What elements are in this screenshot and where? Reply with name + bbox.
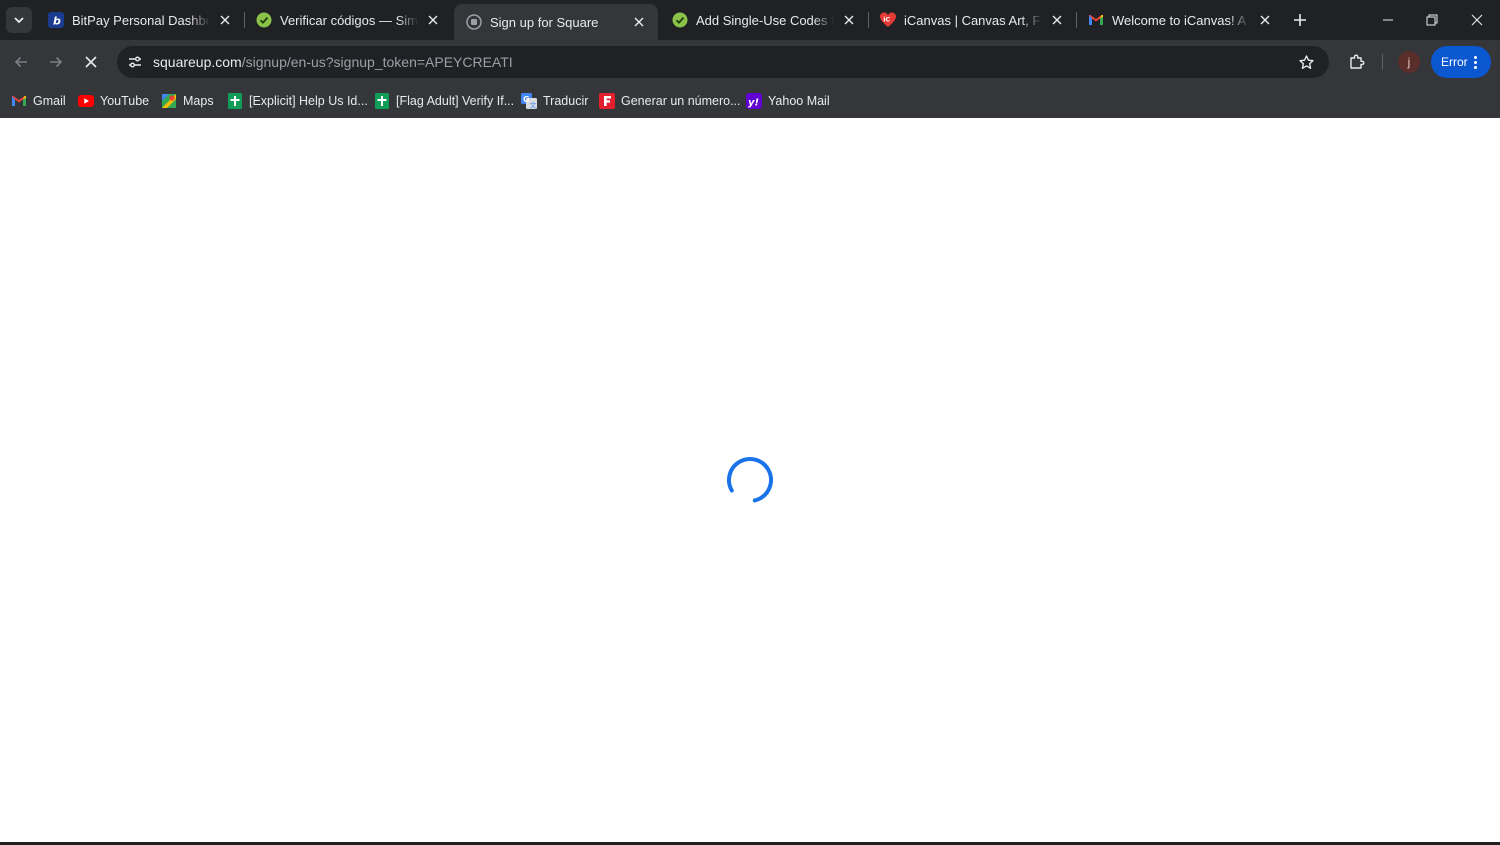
close-icon <box>1471 14 1483 26</box>
arrow-right-icon <box>50 56 63 68</box>
translate-icon: G文 <box>521 93 537 109</box>
youtube-icon <box>78 93 94 109</box>
svg-text:y!: y! <box>748 98 759 109</box>
extensions-button[interactable] <box>1344 49 1370 75</box>
page-content <box>0 118 1500 842</box>
url-path: /signup/en-us?signup_token=APEYCREATI <box>241 54 513 70</box>
bookmark-label: [Flag Adult] Verify If... <box>396 94 515 108</box>
more-vert-icon <box>1473 55 1477 69</box>
bookmarks-bar: Gmail YouTube Maps [Explicit] Help Us Id… <box>0 84 1500 118</box>
bookmark-label: Gmail <box>33 94 66 108</box>
tab-search-button[interactable] <box>6 7 32 33</box>
close-icon[interactable] <box>424 11 442 29</box>
close-icon[interactable] <box>840 11 858 29</box>
tab-title: Sign up for Square <box>490 14 599 30</box>
bookmark-label: [Explicit] Help Us Id... <box>249 94 368 108</box>
error-label: Error <box>1441 55 1468 69</box>
bookmark-generar-numero[interactable]: Generar un número... <box>599 91 741 111</box>
tab-square-signup[interactable]: Sign up for Square <box>454 4 658 40</box>
url-text[interactable]: squareup.com/signup/en-us?signup_token=A… <box>153 54 513 70</box>
arrow-left-icon <box>14 56 27 68</box>
tab-title: Welcome to iCanvas! A wo <box>1112 12 1250 28</box>
close-icon[interactable] <box>1256 11 1274 29</box>
tab-title: BitPay Personal Dashboard <box>72 12 210 28</box>
tab-single-use-codes[interactable]: Add Single-Use Codes for <box>660 4 868 36</box>
bookmark-label: Maps <box>183 94 214 108</box>
bookmark-star-button[interactable] <box>1295 51 1317 73</box>
restore-icon <box>1426 14 1438 26</box>
bookmark-label: Yahoo Mail <box>768 94 830 108</box>
minimize-button[interactable] <box>1366 0 1410 40</box>
chevron-down-icon <box>14 17 24 24</box>
plus-sheet-icon <box>227 93 243 109</box>
close-icon[interactable] <box>1048 11 1066 29</box>
toolbar-separator <box>1382 54 1383 70</box>
tab-title: Add Single-Use Codes for <box>696 12 834 28</box>
bookmark-label: YouTube <box>100 94 150 108</box>
plus-sheet-icon <box>374 93 390 109</box>
bookmark-gmail[interactable]: Gmail <box>11 91 66 111</box>
bookmark-maps[interactable]: Maps <box>161 91 214 111</box>
bookmark-label: Traducir <box>543 94 589 108</box>
tab-icanvas[interactable]: iC iCanvas | Canvas Art, Frame <box>868 4 1076 36</box>
star-icon <box>1298 54 1314 69</box>
maps-icon <box>161 93 177 109</box>
tab-title: iCanvas | Canvas Art, Frame <box>904 12 1042 28</box>
square-icon <box>466 14 482 30</box>
profile-initial: j <box>1407 55 1411 69</box>
loading-spinner <box>725 455 775 505</box>
new-tab-button[interactable] <box>1289 9 1311 31</box>
puzzle-icon <box>1350 54 1365 69</box>
profile-avatar[interactable]: j <box>1398 51 1420 73</box>
tab-simply-codes[interactable]: Verificar códigos — Simply <box>244 4 452 36</box>
stop-loading-button[interactable] <box>77 48 105 76</box>
restore-button[interactable] <box>1410 0 1454 40</box>
bookmark-traducir[interactable]: G文 Traducir <box>521 91 588 111</box>
gmail-icon <box>1088 12 1104 28</box>
site-settings-icon[interactable] <box>123 50 147 74</box>
f-icon <box>599 93 615 109</box>
bookmark-label: Generar un número... <box>621 94 741 108</box>
close-icon <box>85 56 97 68</box>
browser-toolbar: squareup.com/signup/en-us?signup_token=A… <box>0 40 1500 84</box>
back-button[interactable] <box>7 48 35 76</box>
tab-gmail-welcome[interactable]: Welcome to iCanvas! A wo <box>1076 4 1284 36</box>
gmail-icon <box>11 93 27 109</box>
forward-button[interactable] <box>42 48 70 76</box>
tab-strip: b BitPay Personal Dashboard Verificar có… <box>0 0 1500 40</box>
bookmark-youtube[interactable]: YouTube <box>78 91 149 111</box>
tab-title: Verificar códigos — Simply <box>280 12 418 28</box>
checkmark-circle-icon <box>672 12 688 28</box>
close-icon[interactable] <box>630 13 648 31</box>
icanvas-icon: iC <box>880 12 896 28</box>
minimize-icon <box>1383 19 1393 21</box>
tab-bitpay[interactable]: b BitPay Personal Dashboard <box>36 4 244 36</box>
address-bar[interactable]: squareup.com/signup/en-us?signup_token=A… <box>117 46 1329 78</box>
svg-text:b: b <box>53 15 61 28</box>
yahoo-icon: y! <box>746 93 762 109</box>
close-icon[interactable] <box>216 11 234 29</box>
svg-text:iC: iC <box>883 16 890 24</box>
url-host: squareup.com <box>153 54 242 70</box>
bookmark-flag-adult[interactable]: [Flag Adult] Verify If... <box>374 91 514 111</box>
plus-icon <box>1294 14 1306 26</box>
window-close-button[interactable] <box>1455 0 1499 40</box>
checkmark-circle-icon <box>256 12 272 28</box>
error-menu-button[interactable]: Error <box>1431 46 1491 78</box>
bitpay-icon: b <box>48 12 64 28</box>
bookmark-explicit-help[interactable]: [Explicit] Help Us Id... <box>227 91 368 111</box>
bookmark-yahoo-mail[interactable]: y! Yahoo Mail <box>746 91 830 111</box>
svg-text:文: 文 <box>530 101 537 110</box>
